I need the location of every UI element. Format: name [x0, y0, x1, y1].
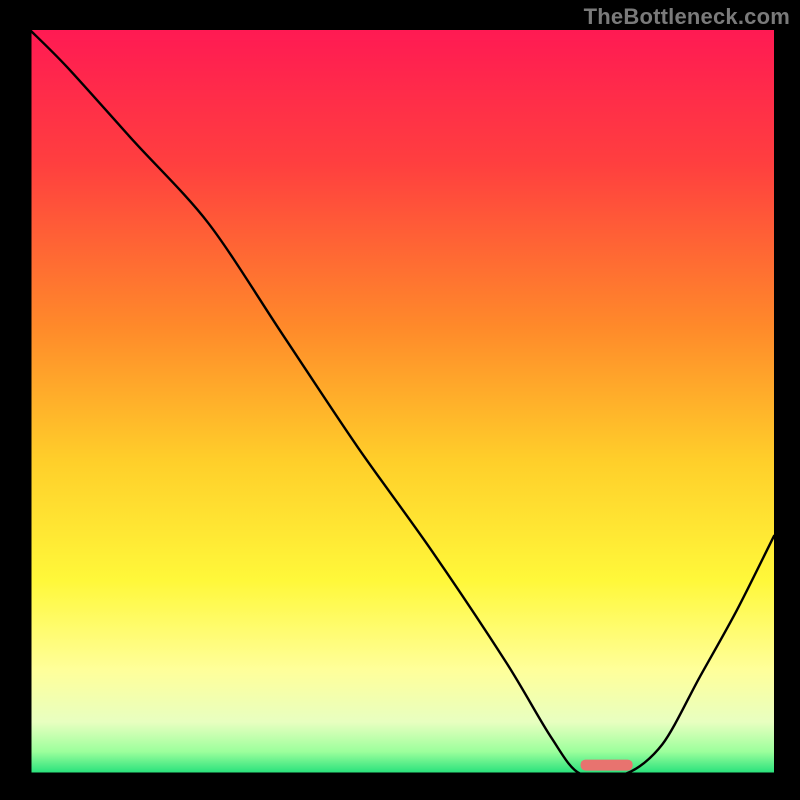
chart-gradient-background [30, 30, 774, 774]
watermark-text: TheBottleneck.com [584, 4, 790, 30]
optimal-marker [581, 760, 633, 771]
bottleneck-chart [0, 0, 800, 800]
chart-container: TheBottleneck.com [0, 0, 800, 800]
